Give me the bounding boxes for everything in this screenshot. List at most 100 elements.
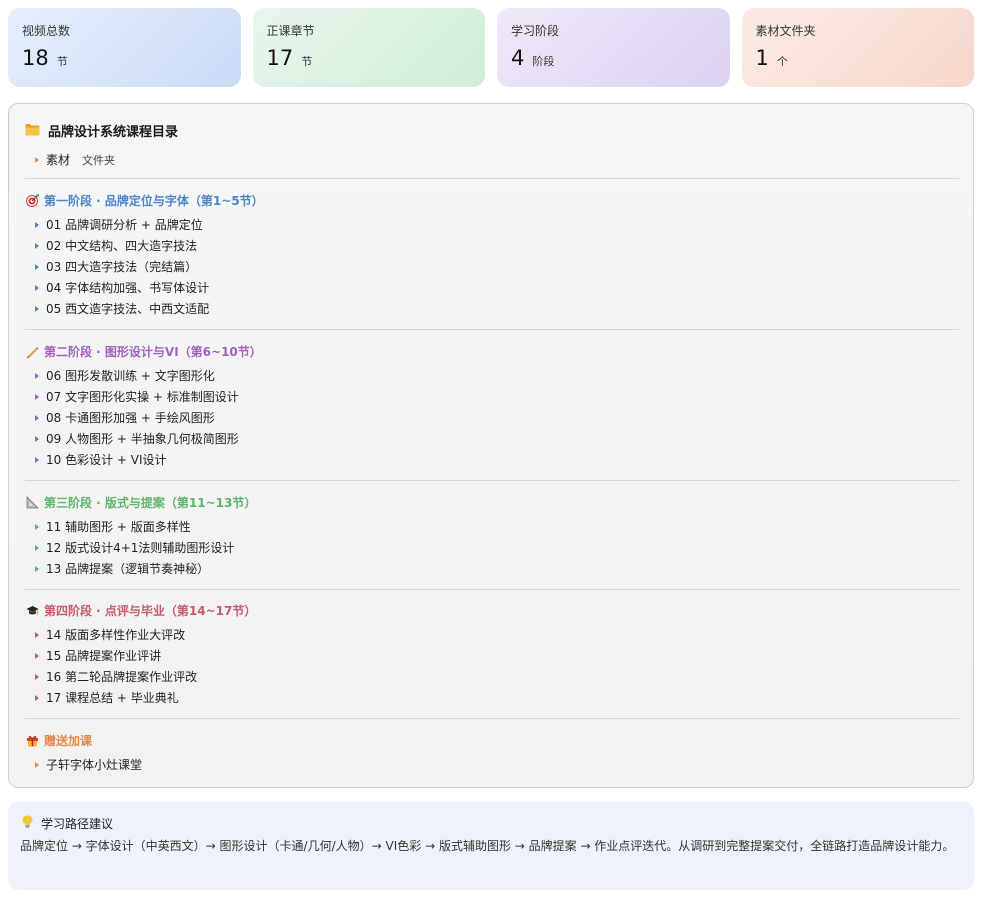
lesson-item[interactable]: 03 四大造字技法（完结篇） [35,258,197,275]
lesson-item[interactable]: 02 中文结构、四大造字技法 [35,237,197,254]
lesson-title: 05 西文造字技法、中西文适配 [46,302,210,316]
lightbulb-icon [22,815,33,831]
phase-title: 第二阶段 · 图形设计与VI（第6~10节） [44,344,262,359]
divider [25,178,959,179]
lesson-item[interactable]: 07 文字图形化实操 + 标准制图设计 [35,388,239,405]
lesson-title: 子轩字体小灶课堂 [46,758,143,772]
lesson-title: 16 第二轮品牌提案作业评改 [46,670,198,684]
lesson-item[interactable]: 08 卡通图形加强 + 手绘风图形 [35,409,215,426]
folder-tag: 文件夹 [82,153,116,167]
graduation-cap-icon [25,603,39,617]
triangle-ruler-icon [25,495,39,509]
course-catalog-panel: 品牌设计系统课程目录 素材 文件夹 第一阶段 · 品牌定位与字体（第1~5节） … [8,103,974,788]
phase-heading-2: 第二阶段 · 图形设计与VI（第6~10节） [25,342,262,360]
stat-value: 4 [511,46,525,70]
triangle-bullet-icon [35,305,39,312]
lesson-title: 02 中文结构、四大造字技法 [46,239,198,253]
catalog-title: 品牌设计系统课程目录 [48,124,179,140]
phase-title: 赠送加课 [44,733,93,748]
learning-path-advice: 学习路径建议 品牌定位 → 字体设计（中英西文）→ 图形设计（卡通/几何/人物）… [8,802,974,890]
lesson-title: 13 品牌提案（逻辑节奏神秘） [46,562,210,576]
lesson-item[interactable]: 11 辅助图形 + 版面多样性 [35,518,191,535]
lesson-item[interactable]: 16 第二轮品牌提案作业评改 [35,668,197,685]
lesson-title: 17 课程总结 + 毕业典礼 [46,691,179,705]
triangle-bullet-icon [35,263,39,270]
lesson-item[interactable]: 04 字体结构加强、书写体设计 [35,279,209,296]
stat-label: 学习阶段 [511,24,560,38]
stat-value: 17 [266,46,294,70]
triangle-bullet-icon [35,414,39,421]
phase-heading-1: 第一阶段 · 品牌定位与字体（第1~5节） [25,191,264,209]
divider [25,329,959,330]
stat-label: 正课章节 [266,24,315,38]
triangle-bullet-icon [35,673,39,680]
advice-body: 品牌定位 → 字体设计（中英西文）→ 图形设计（卡通/几何/人物）→ VI色彩 … [20,839,955,853]
phase-title: 第四阶段 · 点评与毕业（第14~17节） [44,603,257,618]
stat-unit: 节 [301,55,313,68]
stat-card-chapters: 正课章节 17 节 [252,8,485,87]
lesson-item[interactable]: 06 图形发散训练 + 文字图形化 [35,367,215,384]
target-icon [25,193,39,207]
stat-unit: 阶段 [532,55,555,68]
stat-unit: 节 [56,55,68,68]
lesson-title: 06 图形发散训练 + 文字图形化 [46,369,215,383]
triangle-bullet-icon [35,565,39,572]
triangle-bullet-icon [35,456,39,463]
advice-header: 学习路径建议 [22,815,113,831]
divider [25,718,959,719]
triangle-bullet-icon [35,761,39,768]
stat-unit: 个 [776,55,788,68]
triangle-bullet-icon [35,694,39,701]
lesson-item[interactable]: 01 品牌调研分析 + 品牌定位 [35,216,203,233]
phase-heading-bonus: 赠送加课 [25,731,92,749]
folder-item-material[interactable]: 素材 文件夹 [35,151,115,168]
stat-card-phases: 学习阶段 4 阶段 [497,8,730,87]
triangle-bullet-icon [35,435,39,442]
gift-icon [25,733,39,747]
pencil-icon [25,344,39,358]
phase-title: 第三阶段 · 版式与提案（第11~13节） [44,495,257,510]
stat-card-folders: 素材文件夹 1 个 [741,8,974,87]
phase-title: 第一阶段 · 品牌定位与字体（第1~5节） [44,193,264,208]
stat-label: 素材文件夹 [755,24,816,38]
catalog-header: 品牌设计系统课程目录 [25,120,178,140]
triangle-bullet-icon [35,523,39,530]
triangle-bullet-icon [35,156,39,163]
lesson-item[interactable]: 12 版式设计4+1法则辅助图形设计 [35,539,234,556]
lesson-title: 11 辅助图形 + 版面多样性 [46,520,191,534]
divider [25,589,959,590]
lesson-title: 09 人物图形 + 半抽象几何极简图形 [46,432,239,446]
triangle-bullet-icon [35,284,39,291]
stat-value: 1 [755,46,769,70]
lesson-item[interactable]: 14 版面多样性作业大评改 [35,626,185,643]
lesson-title: 15 品牌提案作业评讲 [46,649,162,663]
lesson-item[interactable]: 17 课程总结 + 毕业典礼 [35,689,179,706]
stat-card-videos: 视频总数 18 节 [8,8,241,87]
triangle-bullet-icon [35,631,39,638]
lesson-item[interactable]: 13 品牌提案（逻辑节奏神秘） [35,560,209,577]
stats-bar: 视频总数 18 节 正课章节 17 节 学习阶段 4 阶段 素材文件夹 1 个 [8,8,974,87]
lesson-title: 10 色彩设计 + VI设计 [46,453,167,467]
triangle-bullet-icon [35,393,39,400]
lesson-title: 01 品牌调研分析 + 品牌定位 [46,218,203,232]
advice-title: 学习路径建议 [41,816,114,831]
folder-item-label: 素材 [46,153,71,167]
lesson-item[interactable]: 05 西文造字技法、中西文适配 [35,300,209,317]
lesson-title: 07 文字图形化实操 + 标准制图设计 [46,390,239,404]
folder-icon [25,121,40,140]
lesson-item[interactable]: 15 品牌提案作业评讲 [35,647,161,664]
stat-label: 视频总数 [22,24,71,38]
triangle-bullet-icon [35,544,39,551]
lesson-item[interactable]: 10 色彩设计 + VI设计 [35,451,167,468]
lesson-item[interactable]: 09 人物图形 + 半抽象几何极简图形 [35,430,239,447]
triangle-bullet-icon [35,242,39,249]
lesson-item[interactable]: 子轩字体小灶课堂 [35,756,142,773]
phase-heading-3: 第三阶段 · 版式与提案（第11~13节） [25,493,256,511]
lesson-title: 03 四大造字技法（完结篇） [46,260,198,274]
triangle-bullet-icon [35,372,39,379]
triangle-bullet-icon [35,221,39,228]
lesson-title: 14 版面多样性作业大评改 [46,628,186,642]
triangle-bullet-icon [35,652,39,659]
lesson-title: 12 版式设计4+1法则辅助图形设计 [46,541,235,555]
phase-heading-4: 第四阶段 · 点评与毕业（第14~17节） [25,601,256,619]
